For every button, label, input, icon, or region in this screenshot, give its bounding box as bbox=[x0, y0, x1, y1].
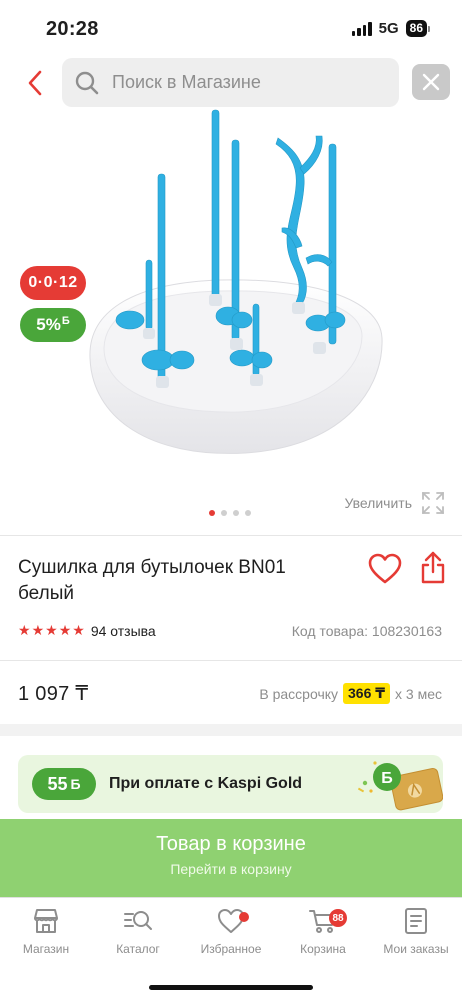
kaspi-gold-bonus-value: 55 bbox=[47, 773, 68, 794]
signal-icon bbox=[351, 21, 372, 36]
product-gallery[interactable]: 0·0·12 5% Б Увеличить bbox=[0, 108, 462, 528]
favorites-badge bbox=[239, 912, 249, 922]
rating-row[interactable]: ★ ★ ★ ★ ★ 94 отзыва bbox=[18, 622, 156, 639]
zoom-button[interactable]: Увеличить bbox=[344, 492, 444, 514]
kaspi-gold-text: При оплате с Kaspi Gold bbox=[109, 775, 303, 792]
back-button[interactable] bbox=[18, 66, 52, 100]
gallery-pagination bbox=[209, 510, 251, 516]
gallery-dot[interactable] bbox=[221, 510, 227, 516]
divider bbox=[0, 535, 462, 536]
status-time: 20:28 bbox=[46, 18, 99, 40]
tab-cart[interactable]: 88 Корзина bbox=[277, 906, 369, 956]
chevron-left-icon bbox=[28, 70, 42, 96]
installment-suffix: х 3 мес bbox=[395, 685, 442, 702]
search-bar[interactable] bbox=[62, 58, 399, 107]
kaspi-gold-card-icon: Б bbox=[357, 761, 443, 811]
heart-icon bbox=[368, 553, 402, 584]
gallery-dot[interactable] bbox=[209, 510, 215, 516]
go-to-cart-button[interactable]: Товар в корзине Перейти в корзину bbox=[0, 819, 462, 897]
tab-store[interactable]: Магазин bbox=[0, 906, 92, 956]
svg-text:Б: Б bbox=[381, 770, 393, 787]
share-icon bbox=[421, 551, 445, 584]
tab-orders[interactable]: Мои заказы bbox=[370, 906, 462, 956]
gallery-dot[interactable] bbox=[245, 510, 251, 516]
installment-info[interactable]: В рассрочку 366 ₸ х 3 мес bbox=[259, 683, 442, 704]
kaspi-gold-bonus: 55 Б bbox=[32, 768, 96, 800]
rating-stars: ★ ★ ★ ★ ★ bbox=[18, 622, 85, 639]
product-title: Сушилка для бутылочек BN01 белый bbox=[18, 557, 286, 604]
search-icon bbox=[74, 70, 100, 96]
tab-favorites[interactable]: Избранное bbox=[185, 906, 277, 956]
bonus-badge-value: 5% bbox=[36, 315, 61, 334]
star-icon: ★ bbox=[45, 622, 58, 638]
star-icon: ★ bbox=[58, 622, 72, 638]
store-icon bbox=[34, 909, 58, 933]
close-icon bbox=[422, 73, 440, 91]
kaspi-gold-banner[interactable]: 55 Б При оплате с Kaspi Gold Б bbox=[18, 755, 443, 813]
cart-count-badge: 88 bbox=[329, 909, 347, 927]
star-icon: ★ bbox=[31, 622, 45, 638]
bottom-tab-bar: Магазин Каталог Избранное 88 Корзина Мои… bbox=[0, 897, 462, 999]
close-button[interactable] bbox=[412, 64, 450, 100]
star-icon: ★ bbox=[72, 622, 85, 638]
cart-status-subtitle: Перейти в корзину bbox=[170, 861, 292, 877]
divider bbox=[0, 660, 462, 661]
favorite-button[interactable] bbox=[368, 553, 402, 585]
gallery-dot[interactable] bbox=[233, 510, 239, 516]
installment-prefix: В рассрочку bbox=[259, 685, 339, 702]
bonus-badge: 5% Б bbox=[20, 308, 86, 342]
product-image[interactable] bbox=[70, 108, 390, 478]
search-header bbox=[0, 58, 462, 108]
share-button[interactable] bbox=[420, 551, 446, 585]
search-input[interactable] bbox=[112, 72, 372, 93]
orders-icon bbox=[405, 908, 427, 934]
kaspi-gold-bonus-currency: Б bbox=[70, 776, 81, 792]
tab-label: Каталог bbox=[116, 942, 160, 956]
network-type: 5G bbox=[378, 20, 399, 37]
cart-status-title: Товар в корзине bbox=[156, 833, 306, 855]
status-bar: 20:28 5G 86 bbox=[0, 0, 462, 58]
expand-icon bbox=[422, 492, 444, 514]
tab-label: Избранное bbox=[200, 942, 262, 956]
battery-icon: 86 bbox=[405, 20, 430, 37]
zoom-label: Увеличить bbox=[344, 495, 412, 511]
battery-level: 86 bbox=[405, 20, 427, 37]
catalog-search-icon bbox=[124, 911, 152, 930]
star-icon: ★ bbox=[18, 622, 31, 638]
tab-label: Мои заказы bbox=[383, 942, 449, 956]
home-indicator bbox=[149, 985, 313, 990]
installment-badge: 0·0·12 bbox=[20, 266, 86, 300]
tab-label: Корзина bbox=[300, 942, 346, 956]
reviews-count[interactable]: 94 отзыва bbox=[91, 623, 156, 639]
status-indicators: 5G 86 bbox=[351, 20, 430, 37]
tab-label: Магазин bbox=[22, 942, 70, 956]
tab-catalog[interactable]: Каталог bbox=[92, 906, 184, 956]
section-divider bbox=[0, 724, 462, 736]
product-code: Код товара: 108230163 bbox=[291, 623, 442, 639]
product-price: 1 097 ₸ bbox=[18, 683, 89, 705]
installment-amount: 366 ₸ bbox=[343, 683, 391, 704]
bonus-badge-currency: Б bbox=[61, 315, 70, 327]
